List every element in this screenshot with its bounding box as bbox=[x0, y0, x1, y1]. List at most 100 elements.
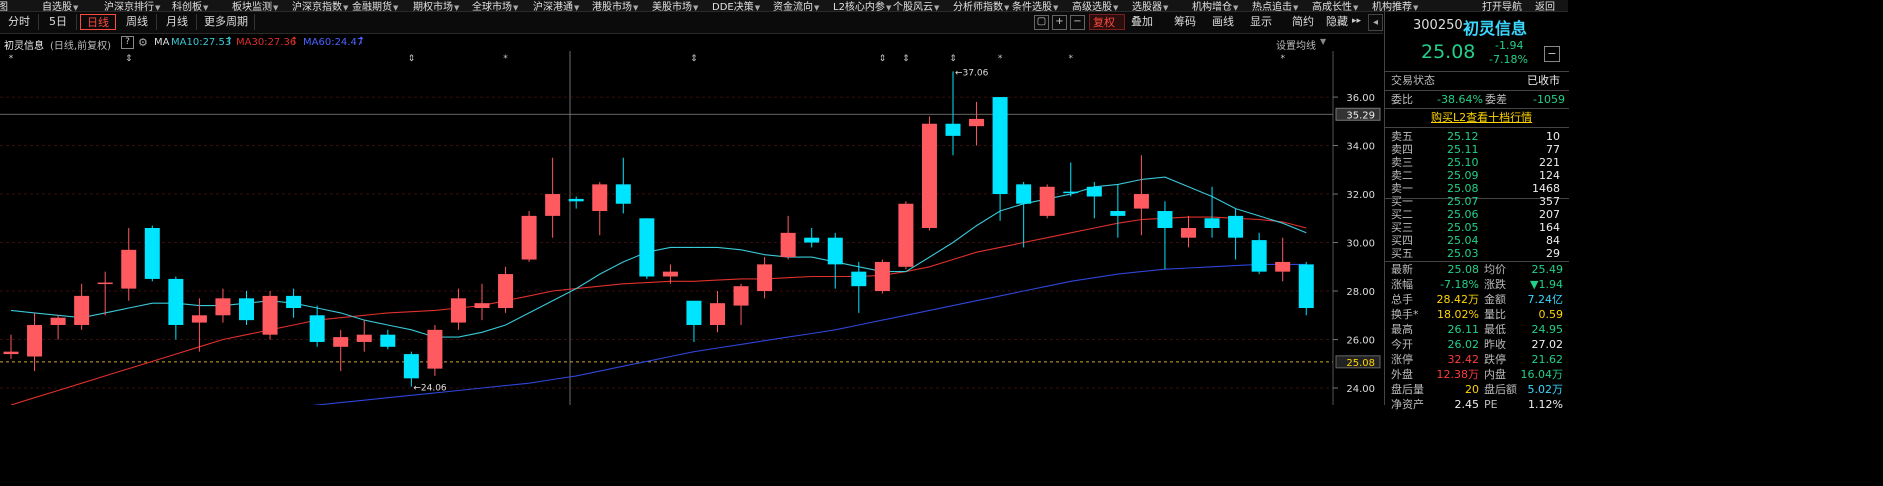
menu-item-20[interactable]: 机构增仓▼ bbox=[1192, 0, 1238, 12]
candle bbox=[969, 101, 985, 146]
menu-item-21[interactable]: 热点追击▼ bbox=[1252, 0, 1298, 12]
menu-item-18[interactable]: 高级选股▼ bbox=[1072, 0, 1118, 11]
candle-body bbox=[921, 123, 937, 228]
price-tick-label: 34.00 bbox=[1346, 142, 1375, 153]
window-icon[interactable]: ▢ bbox=[1034, 15, 1049, 30]
candle-body bbox=[545, 194, 561, 216]
double-arrow-icon[interactable]: ▸▸ bbox=[1352, 16, 1361, 26]
chart-grid bbox=[0, 51, 1333, 405]
menu-item-label: 热点追击 bbox=[1252, 2, 1292, 12]
menu-item-6[interactable]: 金融期货▼ bbox=[352, 0, 398, 11]
collapse-arrow-icon[interactable]: ◂ bbox=[1368, 14, 1383, 31]
candle bbox=[780, 215, 796, 260]
candle-body bbox=[144, 228, 160, 279]
stat-row: 盘后量 20 盘后额 5.02万 bbox=[1385, 383, 1569, 397]
menu-item-24[interactable]: 打开导航 bbox=[1482, 0, 1522, 12]
menu-item-22[interactable]: 高成长性▼ bbox=[1312, 0, 1358, 11]
stat-value: 5.02万 bbox=[1527, 383, 1564, 396]
menu-item-13[interactable]: 资金流向▼ bbox=[773, 0, 819, 11]
menu-item-12[interactable]: DDE决策▼ bbox=[712, 0, 761, 12]
menu-item-label: 打开导航 bbox=[1482, 2, 1522, 12]
fuquan-button[interactable]: 复权 bbox=[1089, 14, 1125, 30]
simple-button[interactable]: 简约 bbox=[1292, 14, 1314, 30]
bid-price: 25.06 bbox=[1447, 208, 1479, 221]
kline-chart[interactable]: ←37.06←24.06* ⇕ ⇕ * ⇕ ⇕ ⇕ ⇕ * * * 36.0034.0032.003… bbox=[0, 51, 1383, 405]
period-tab-month[interactable]: 月线 bbox=[158, 14, 197, 30]
last-price-label: 25.08 bbox=[1346, 358, 1375, 369]
display-button[interactable]: 显示 bbox=[1250, 14, 1272, 30]
draw-line-button[interactable]: 画线 bbox=[1212, 14, 1234, 30]
candle-body bbox=[686, 300, 702, 325]
candle-body bbox=[356, 334, 372, 342]
dropdown-arrow-icon: ▼ bbox=[754, 4, 761, 12]
dropdown-arrow-icon: ▼ bbox=[934, 4, 940, 12]
weicha-value: -1059 bbox=[1533, 93, 1565, 106]
zoom-out-icon[interactable]: − bbox=[1070, 15, 1085, 30]
candle bbox=[215, 288, 231, 323]
menu-item-4[interactable]: 板块监测▼ bbox=[232, 0, 278, 12]
menu-item-8[interactable]: 全球市场▼ bbox=[472, 0, 518, 11]
gear-icon[interactable]: ⚙ bbox=[138, 36, 148, 49]
menu-item-label: 选股器 bbox=[1132, 2, 1162, 12]
period-tab-week[interactable]: 周线 bbox=[118, 14, 157, 30]
menu-item-25[interactable]: 返回 bbox=[1535, 0, 1555, 11]
settings-dropdown-icon[interactable]: ▼ bbox=[1320, 37, 1326, 46]
buy-l2-link[interactable]: 购买L2查看十档行情 bbox=[1431, 111, 1532, 125]
dropdown-arrow-icon: ▼ bbox=[203, 4, 209, 12]
menu-item-5[interactable]: 沪深京指数▼ bbox=[292, 0, 348, 11]
minimize-icon[interactable]: − bbox=[1544, 46, 1560, 62]
help-icon[interactable]: ? bbox=[121, 36, 134, 49]
ma-settings-link[interactable]: 设置均线 bbox=[1276, 37, 1316, 52]
trade-status-label: 交易状态 bbox=[1391, 74, 1435, 87]
stock-name-label: 初灵信息 bbox=[4, 41, 44, 52]
period-tab-day[interactable]: 日线 bbox=[80, 14, 116, 30]
candle-body bbox=[450, 298, 466, 323]
bid-volume: 357 bbox=[1539, 195, 1560, 208]
menu-item-9[interactable]: 沪深港通▼ bbox=[533, 0, 579, 11]
menu-item-15[interactable]: 个股风云▼ bbox=[893, 0, 940, 12]
bid-label: 买四 bbox=[1391, 234, 1413, 247]
stat-value: 26.02 bbox=[1447, 338, 1480, 351]
menu-item-14[interactable]: L2核心内参▼ bbox=[833, 0, 891, 11]
candle bbox=[191, 298, 207, 352]
hide-button[interactable]: 隐藏 bbox=[1326, 14, 1348, 30]
overlay-button[interactable]: 叠加 bbox=[1131, 14, 1153, 30]
menu-item-16[interactable]: 分析师指数▼ bbox=[953, 0, 1010, 12]
menu-item-1[interactable]: 自选股▼ bbox=[42, 0, 78, 11]
dropdown-arrow-icon: ▼ bbox=[155, 4, 161, 12]
menu-item-23[interactable]: 机构推荐▼ bbox=[1372, 0, 1418, 11]
menu-item-2[interactable]: 沪深京排行▼ bbox=[104, 0, 161, 12]
menu-item-11[interactable]: 美股市场▼ bbox=[652, 0, 698, 11]
ma-label: MA bbox=[154, 37, 170, 48]
candle bbox=[945, 71, 961, 156]
stat-label: PE bbox=[1484, 398, 1498, 411]
candle-body bbox=[380, 334, 396, 347]
bid-label: 买五 bbox=[1391, 247, 1413, 260]
stat-label: 外盘 bbox=[1391, 368, 1413, 381]
dropdown-arrow-icon: ▼ bbox=[1004, 4, 1010, 12]
stat-label: 昨收 bbox=[1484, 338, 1506, 351]
ask-price: 25.11 bbox=[1447, 143, 1479, 156]
menu-item-label: 机构增仓 bbox=[1192, 2, 1232, 12]
stat-value: 7.24亿 bbox=[1527, 293, 1564, 306]
menu-item-7[interactable]: 期权市场▼ bbox=[413, 0, 459, 11]
zoom-in-icon[interactable]: + bbox=[1052, 15, 1067, 30]
menu-item-label: 板块监测 bbox=[232, 2, 272, 12]
candle bbox=[97, 271, 113, 316]
event-marker-icon: * bbox=[998, 54, 1003, 64]
chips-button[interactable]: 筹码 bbox=[1174, 14, 1196, 30]
event-marker-icon: * bbox=[1280, 54, 1285, 64]
period-tab-5day[interactable]: 5日 bbox=[40, 14, 77, 30]
menu-item-19[interactable]: 选股器▼ bbox=[1132, 0, 1168, 12]
stat-label: 净资产 bbox=[1391, 398, 1424, 411]
period-tab-fenshi[interactable]: 分时 bbox=[0, 14, 39, 30]
menu-item-3[interactable]: 科创板▼ bbox=[172, 0, 209, 12]
price-tick-label: 28.00 bbox=[1346, 287, 1375, 298]
period-tab-more[interactable]: 更多周期 bbox=[198, 14, 255, 30]
menu-item-0[interactable]: 图 bbox=[0, 0, 8, 11]
event-marker-icon: * bbox=[503, 54, 508, 64]
candle-body bbox=[1086, 186, 1102, 197]
candle bbox=[592, 181, 608, 236]
menu-item-17[interactable]: 条件选股▼ bbox=[1012, 0, 1058, 11]
menu-item-10[interactable]: 港股市场▼ bbox=[592, 0, 638, 11]
